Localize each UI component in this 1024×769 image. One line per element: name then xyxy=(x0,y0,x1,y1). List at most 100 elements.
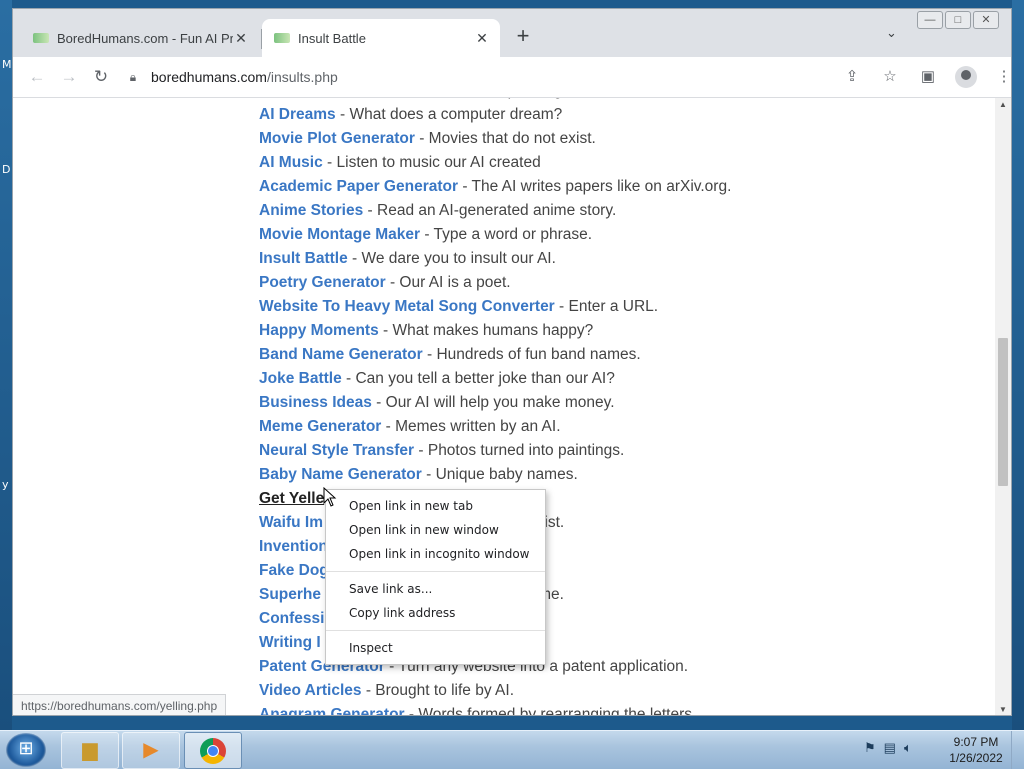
list-item: Insult Battle - We dare you to insult ou… xyxy=(259,247,731,271)
tool-link[interactable]: Business Ideas xyxy=(259,394,372,411)
tab-close-icon[interactable]: ✕ xyxy=(233,30,249,47)
tool-description: - Our AI thinks up new games. xyxy=(392,98,605,99)
tool-link[interactable]: Neural Style Transfer xyxy=(259,442,414,459)
tool-link[interactable]: Anime Stories xyxy=(259,202,363,219)
tool-link[interactable]: Meme Generator xyxy=(259,418,381,435)
tool-link[interactable]: Video Articles xyxy=(259,682,362,699)
maximize-button[interactable]: □ xyxy=(945,11,971,29)
tool-link[interactable]: Fake Dog xyxy=(259,562,329,579)
menu-kebab-icon[interactable]: ⋮ xyxy=(993,66,1012,88)
scroll-up-arrow-icon[interactable]: ▲ xyxy=(995,98,1011,112)
menu-copy-link[interactable]: Copy link address xyxy=(326,601,545,625)
minimize-button[interactable]: — xyxy=(917,11,943,29)
tool-link[interactable]: Website To Heavy Metal Song Converter xyxy=(259,298,555,315)
system-tray: ⚑ ▤ 🔈︎ xyxy=(864,740,912,756)
new-tab-button[interactable]: + xyxy=(511,23,535,49)
list-item: Academic Paper Generator - The AI writes… xyxy=(259,175,731,199)
tool-link[interactable]: AI Dreams xyxy=(259,106,336,123)
window-controls: — □ ✕ xyxy=(917,11,999,29)
list-item: Anagram Generator - Words formed by rear… xyxy=(259,703,731,716)
reload-button[interactable]: ↻ xyxy=(89,65,113,89)
list-item: Video Articles - Brought to life by AI. xyxy=(259,679,731,703)
desktop-icon-label[interactable]: D xyxy=(2,163,10,176)
list-item: Website To Heavy Metal Song Converter - … xyxy=(259,295,731,319)
list-item: Movie Plot Generator - Movies that do no… xyxy=(259,127,731,151)
tool-link[interactable]: Confessi xyxy=(259,610,324,627)
tool-description: - What makes humans happy? xyxy=(378,322,594,339)
forward-button[interactable]: → xyxy=(57,65,81,89)
tool-link[interactable]: Insult Battle xyxy=(259,250,348,267)
tool-description: - Brought to life by AI. xyxy=(361,682,515,699)
tool-link[interactable]: Get Yelle xyxy=(259,490,324,507)
show-desktop-button[interactable] xyxy=(1011,731,1024,769)
vertical-scrollbar[interactable]: ▲ ▼ xyxy=(995,98,1011,715)
tool-link[interactable]: Baby Name Generator xyxy=(259,466,422,483)
tab-insult-battle[interactable]: Insult Battle ✕ xyxy=(262,19,500,57)
clock-date: 1/26/2022 xyxy=(949,751,1003,765)
tool-link[interactable]: Joke Battle xyxy=(259,370,342,387)
tab-strip: BoredHumans.com - Fun AI Prog ✕ Insult B… xyxy=(13,9,1011,57)
tool-link[interactable]: Invention xyxy=(259,538,328,555)
tab-search-chevron-icon[interactable]: ⌄ xyxy=(886,25,897,41)
tool-description: - Movies that do not exist. xyxy=(414,130,596,147)
tab-close-icon[interactable]: ✕ xyxy=(474,30,490,47)
start-button[interactable] xyxy=(6,733,46,767)
tool-link[interactable]: Movie Montage Maker xyxy=(259,226,420,243)
tool-link[interactable]: Movie Plot Generator xyxy=(259,130,415,147)
browser-toolbar: ← → ↻ 🔒︎ boredhumans.com/insults.php ⇪ ☆… xyxy=(13,57,1011,98)
clock-time: 9:07 PM xyxy=(953,735,999,749)
tool-link[interactable]: Waifu Im xyxy=(259,514,323,531)
tab-boredhumans[interactable]: BoredHumans.com - Fun AI Prog ✕ xyxy=(21,19,259,57)
list-item: Anime Stories - Read an AI-generated ani… xyxy=(259,199,731,223)
list-item: Business Ideas - Our AI will help you ma… xyxy=(259,391,731,415)
link-context-menu: Open link in new tab Open link in new wi… xyxy=(325,489,546,665)
url-path: /insults.php xyxy=(266,69,338,85)
tool-description: - Can you tell a better joke than our AI… xyxy=(341,370,615,387)
menu-open-incognito[interactable]: Open link in incognito window xyxy=(326,542,545,566)
back-button[interactable]: ← xyxy=(25,65,49,89)
tool-description: - Read an AI-generated anime story. xyxy=(363,202,617,219)
list-item: Poetry Generator - Our AI is a poet. xyxy=(259,271,731,295)
tool-link[interactable]: AI Music xyxy=(259,154,323,171)
volume-icon[interactable]: 🔈︎ xyxy=(904,740,912,756)
desktop-right-edge xyxy=(1012,0,1024,730)
address-bar[interactable]: 🔒︎ boredhumans.com/insults.php xyxy=(125,62,905,92)
toolbar-actions: ⇪ ☆ ▣ ⋮ xyxy=(841,65,1012,89)
profile-avatar[interactable] xyxy=(955,66,977,88)
tool-link[interactable]: Happy Moments xyxy=(259,322,379,339)
tool-description: - Unique baby names. xyxy=(421,466,578,483)
menu-open-new-tab[interactable]: Open link in new tab xyxy=(326,494,545,518)
list-item: AI Music - Listen to music our AI create… xyxy=(259,151,731,175)
menu-inspect[interactable]: Inspect xyxy=(326,636,545,660)
desktop-icon-label[interactable]: y xyxy=(2,478,9,491)
taskbar-explorer-button[interactable]: ▆ xyxy=(61,732,119,769)
tool-link[interactable]: Academic Paper Generator xyxy=(259,178,458,195)
share-icon[interactable]: ⇪ xyxy=(841,66,863,88)
taskbar-clock[interactable]: 9:07 PM 1/26/2022 xyxy=(944,734,1008,766)
tool-link[interactable]: Video Game Ideas xyxy=(259,98,392,99)
menu-open-new-window[interactable]: Open link in new window xyxy=(326,518,545,542)
desktop-icon-label[interactable]: M xyxy=(2,58,12,71)
scroll-down-arrow-icon[interactable]: ▼ xyxy=(995,703,1011,715)
network-icon[interactable]: ▤ xyxy=(884,740,896,756)
chrome-icon xyxy=(200,737,226,764)
bookmark-star-icon[interactable]: ☆ xyxy=(879,66,901,88)
action-center-flag-icon[interactable]: ⚑ xyxy=(864,740,876,756)
tool-link[interactable]: Superhe xyxy=(259,586,321,603)
tab-title: BoredHumans.com - Fun AI Prog xyxy=(57,30,233,46)
tool-description: - The AI writes papers like on arXiv.org… xyxy=(458,178,732,195)
taskbar-media-player-button[interactable]: ▶ xyxy=(122,732,180,769)
menu-save-link[interactable]: Save link as... xyxy=(326,577,545,601)
tool-link[interactable]: Writing I xyxy=(259,634,321,651)
tool-description: - Listen to music our AI created xyxy=(322,154,541,171)
tool-description: - Words formed by rearranging the letter… xyxy=(404,706,697,716)
list-item: AI Dreams - What does a computer dream? xyxy=(259,103,731,127)
tool-link[interactable]: Band Name Generator xyxy=(259,346,423,363)
tool-link[interactable]: Anagram Generator xyxy=(259,706,405,715)
close-window-button[interactable]: ✕ xyxy=(973,11,999,29)
taskbar-chrome-button[interactable] xyxy=(184,732,242,769)
lock-icon[interactable]: 🔒︎ xyxy=(125,70,141,85)
scrollbar-thumb[interactable] xyxy=(998,338,1008,486)
side-panel-icon[interactable]: ▣ xyxy=(917,66,939,88)
tool-link[interactable]: Poetry Generator xyxy=(259,274,386,291)
